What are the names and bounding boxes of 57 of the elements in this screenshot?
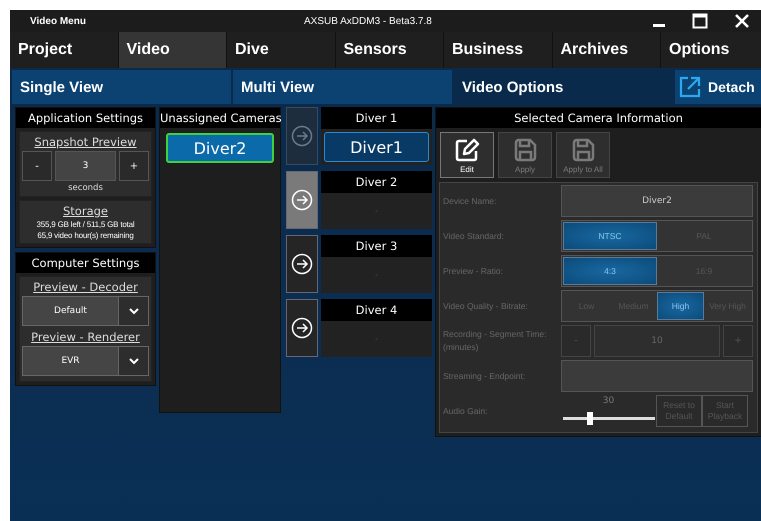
field-label: Device Name: xyxy=(443,194,498,208)
window-title: AXSUB AxDDM3 - Beta3.7.8 xyxy=(303,16,433,26)
input-field[interactable]: Diver2 xyxy=(561,185,753,217)
arrow-right-icon xyxy=(291,317,313,339)
edit-button[interactable]: Edit xyxy=(440,132,494,178)
storage-text: 355,9 GB left / 511,5 GB total xyxy=(36,220,134,229)
external-link-icon xyxy=(678,75,702,99)
field-label: Video Standard: xyxy=(443,230,505,242)
arrow-right-icon xyxy=(291,125,313,147)
sub-tab[interactable]: Multi View xyxy=(233,70,452,104)
field-label: Preview - Ratio: xyxy=(443,264,504,278)
slot-title: Diver 4 xyxy=(321,299,432,321)
camera-item[interactable]: Diver1 xyxy=(324,132,429,162)
chevron-down-icon xyxy=(128,358,138,364)
dropdown-button[interactable] xyxy=(119,346,149,376)
close-icon[interactable] xyxy=(734,13,750,29)
section-label: Preview - Renderer xyxy=(31,330,140,344)
menu-label: Video Menu xyxy=(30,16,87,26)
increment-button[interactable]: + xyxy=(119,151,149,181)
assign-button[interactable] xyxy=(286,299,318,357)
panel-title: Unassigned Cameras xyxy=(160,108,280,128)
main-tab[interactable]: Video xyxy=(118,32,227,68)
edit-icon xyxy=(454,136,480,162)
decrement-button[interactable]: - xyxy=(22,151,52,181)
value-display: 10 xyxy=(594,325,720,357)
field-label: Streaming - Endpoint: xyxy=(443,370,526,382)
slot-title: Diver 3 xyxy=(321,235,432,257)
storage-text: 65,9 video hour(s) remaining xyxy=(37,231,134,240)
dropdown-button[interactable] xyxy=(119,296,149,326)
arrow-right-icon xyxy=(291,253,313,275)
assign-button[interactable] xyxy=(286,235,318,293)
camera-item[interactable]: Diver2 xyxy=(166,133,274,163)
panel-title: Computer Settings xyxy=(16,253,155,273)
slider-thumb[interactable] xyxy=(587,412,594,425)
arrow-right-icon xyxy=(291,189,313,211)
input-field[interactable] xyxy=(561,360,753,392)
slider-reading: 30 xyxy=(602,396,614,406)
field-label: Video Quality - Bitrate: xyxy=(443,300,529,312)
value-display: 3 xyxy=(55,151,116,181)
chevron-down-icon xyxy=(128,308,138,314)
dropdown[interactable]: Default xyxy=(22,296,119,326)
unit-label: seconds xyxy=(68,183,103,193)
panel-title: Selected Camera Information xyxy=(436,108,761,128)
field-label: Recording - Segment Time: (minutes) xyxy=(443,328,548,354)
sub-tab[interactable]: Single View xyxy=(12,70,231,104)
save-icon xyxy=(512,136,538,162)
maximize-icon[interactable] xyxy=(692,13,708,29)
dropdown[interactable]: EVR xyxy=(22,346,119,376)
field-label: Audio Gain: xyxy=(443,404,488,418)
section-label: Preview - Decoder xyxy=(33,280,138,294)
slot-title: Diver 1 xyxy=(321,107,432,129)
section-label: Storage xyxy=(63,204,108,218)
section-label: Snapshot Preview xyxy=(34,135,137,149)
save-icon xyxy=(570,136,596,162)
panel-title: Application Settings xyxy=(16,108,155,128)
slot-title: Diver 2 xyxy=(321,171,432,193)
detach-button[interactable]: Detach xyxy=(675,70,761,104)
